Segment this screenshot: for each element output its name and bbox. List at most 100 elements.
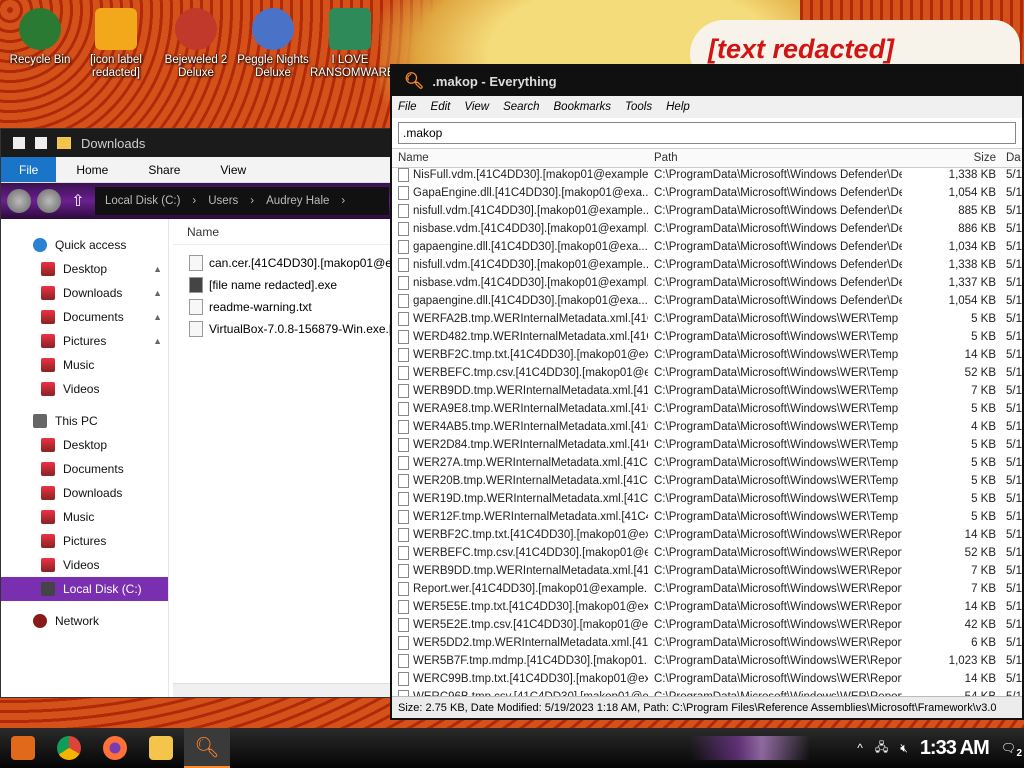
menu-view[interactable]: View xyxy=(464,101,489,113)
menu-bookmarks[interactable]: Bookmarks xyxy=(554,101,612,113)
table-row[interactable]: GapaEngine.dll.[41C4DD30].[makop01@exa..… xyxy=(392,184,1022,202)
desktop-icon-recycle-bin[interactable]: Recycle Bin xyxy=(0,8,80,67)
desktop-icon-peggle[interactable]: Peggle Nights Deluxe xyxy=(233,8,313,80)
nav-quick-desktop[interactable]: Desktop ▲ xyxy=(1,257,168,281)
table-row[interactable]: WER5B7F.tmp.mdmp.[41C4DD30].[makop01... C… xyxy=(392,652,1022,670)
horizontal-scrollbar[interactable] xyxy=(173,683,395,697)
table-row[interactable]: WER5DD2.tmp.WERInternalMetadata.xml.[41C… xyxy=(392,634,1022,652)
table-row[interactable]: WER20B.tmp.WERInternalMetadata.xml.[41C4… xyxy=(392,472,1022,490)
table-row[interactable]: WERBEFC.tmp.csv.[41C4DD30].[makop01@e...… xyxy=(392,544,1022,562)
nav-this-pc[interactable]: This PC xyxy=(1,409,168,433)
nav-quick-downloads[interactable]: Downloads ▲ xyxy=(1,281,168,305)
cell-date: 5/1 xyxy=(1006,187,1022,199)
table-row[interactable]: nisbase.vdm.[41C4DD30].[makop01@exampl..… xyxy=(392,274,1022,292)
nav-pc-music[interactable]: Music xyxy=(1,505,168,529)
table-row[interactable]: WERBEFC.tmp.csv.[41C4DD30].[makop01@e...… xyxy=(392,364,1022,382)
desktop-icon-ransomware[interactable]: I LOVE RANSOMWARE xyxy=(310,8,395,80)
list-item[interactable]: [file name redacted].exe xyxy=(173,275,395,295)
desktop-icon-game[interactable]: [icon label redacted] xyxy=(76,8,156,80)
table-row[interactable]: Report.wer.[41C4DD30].[makop01@example..… xyxy=(392,580,1022,598)
menu-tools[interactable]: Tools xyxy=(625,101,652,113)
nav-pc-downloads[interactable]: Downloads xyxy=(1,481,168,505)
menu-file[interactable]: File xyxy=(398,101,417,113)
table-row[interactable]: WER27A.tmp.WERInternalMetadata.xml.[41C4… xyxy=(392,454,1022,472)
table-row[interactable]: nisfull.vdm.[41C4DD30].[makop01@example.… xyxy=(392,256,1022,274)
folder-icon[interactable] xyxy=(57,137,71,149)
table-row[interactable]: NisFull.vdm.[41C4DD30].[makop01@example.… xyxy=(392,166,1022,184)
desktop-icon-bejeweled[interactable]: Bejeweled 2 Deluxe xyxy=(156,8,236,80)
table-row[interactable]: WERA9E8.tmp.WERInternalMetadata.xml.[41C… xyxy=(392,400,1022,418)
cell-date: 5/1 xyxy=(1006,619,1022,631)
menu-edit[interactable]: Edit xyxy=(431,101,451,113)
breadcrumb[interactable]: Local Disk (C:) › Users › Audrey Hale › xyxy=(95,187,389,215)
tab-home[interactable]: Home xyxy=(56,157,128,182)
cell-path: C:\ProgramData\Microsoft\Windows Defende… xyxy=(654,223,902,235)
everything-taskbar-button[interactable]: 🔍︎ xyxy=(184,728,230,768)
nav-pc-documents[interactable]: Documents xyxy=(1,457,168,481)
nav-network[interactable]: Network xyxy=(1,609,168,633)
table-row[interactable]: WERBF2C.tmp.txt.[41C4DD30].[makop01@ex..… xyxy=(392,346,1022,364)
window-menu-icon[interactable] xyxy=(13,137,25,149)
table-row[interactable]: WER4AB5.tmp.WERInternalMetadata.xml.[41C… xyxy=(392,418,1022,436)
forward-icon[interactable] xyxy=(37,189,61,213)
column-header-path[interactable]: Path xyxy=(648,152,902,164)
table-row[interactable]: WERBF2C.tmp.txt.[41C4DD30].[makop01@ex..… xyxy=(392,526,1022,544)
table-row[interactable]: WERB9DD.tmp.WERInternalMetadata.xml.[41.… xyxy=(392,382,1022,400)
table-row[interactable]: WERC99B.tmp.txt.[41C4DD30].[makop01@ex..… xyxy=(392,670,1022,688)
nav-quick-music[interactable]: Music xyxy=(1,353,168,377)
breadcrumb-users[interactable]: Users xyxy=(208,195,238,207)
table-row[interactable]: gapaengine.dll.[41C4DD30].[makop01@exa..… xyxy=(392,238,1022,256)
menu-search[interactable]: Search xyxy=(503,101,539,113)
firefox-taskbar-button[interactable] xyxy=(92,728,138,768)
list-item[interactable]: VirtualBox-7.0.8-156879-Win.exe.[41C4DD3… xyxy=(173,319,395,339)
table-row[interactable]: WERD482.tmp.WERInternalMetadata.xml.[41C… xyxy=(392,328,1022,346)
table-row[interactable]: gapaengine.dll.[41C4DD30].[makop01@exa..… xyxy=(392,292,1022,310)
column-header-name[interactable]: Name xyxy=(173,219,395,245)
column-header-date[interactable]: Da xyxy=(1002,152,1022,164)
breadcrumb-user[interactable]: Audrey Hale xyxy=(266,195,329,207)
table-row[interactable]: WER12F.tmp.WERInternalMetadata.xml.[41C4… xyxy=(392,508,1022,526)
nav-quick-videos[interactable]: Videos xyxy=(1,377,168,401)
nav-quick-documents[interactable]: Documents ▲ xyxy=(1,305,168,329)
nav-pc-videos[interactable]: Videos xyxy=(1,553,168,577)
cell-path: C:\ProgramData\Microsoft\Windows\WER\Tem… xyxy=(654,349,899,361)
file-icon xyxy=(398,636,409,650)
properties-icon[interactable] xyxy=(35,137,47,149)
volume-muted-icon[interactable]: 🔇︎ xyxy=(900,741,908,756)
table-row[interactable]: WER19D.tmp.WERInternalMetadata.xml.[41C4… xyxy=(392,490,1022,508)
network-icon[interactable]: 🖧 xyxy=(875,738,888,759)
nav-quick-pictures[interactable]: Pictures ▲ xyxy=(1,329,168,353)
table-row[interactable]: nisbase.vdm.[41C4DD30].[makop01@exampl..… xyxy=(392,220,1022,238)
table-row[interactable]: WERFA2B.tmp.WERInternalMetadata.xml.[41C… xyxy=(392,310,1022,328)
menu-help[interactable]: Help xyxy=(666,101,690,113)
list-item[interactable]: can.cer.[41C4DD30].[makop01@example.com]… xyxy=(173,253,395,273)
tab-file[interactable]: File xyxy=(1,157,57,182)
table-row[interactable]: WER2D84.tmp.WERInternalMetadata.xml.[41C… xyxy=(392,436,1022,454)
notifications-icon[interactable]: 🗨︎ 2 xyxy=(1001,741,1022,759)
cell-size: 5 KB xyxy=(971,439,996,451)
table-row[interactable]: WERB9DD.tmp.WERInternalMetadata.xml.[41.… xyxy=(392,562,1022,580)
column-header-name[interactable]: Name xyxy=(392,152,648,164)
column-header-size[interactable]: Size xyxy=(902,152,1002,164)
chevron-up-icon[interactable]: ^ xyxy=(857,741,863,755)
file-explorer-taskbar-button[interactable] xyxy=(138,728,184,768)
clock[interactable]: 1:33 AM xyxy=(920,737,990,760)
back-icon[interactable] xyxy=(7,189,31,213)
breadcrumb-local-disk[interactable]: Local Disk (C:) xyxy=(105,195,180,207)
tab-view[interactable]: View xyxy=(200,157,266,182)
chrome-taskbar-button[interactable] xyxy=(46,728,92,768)
tab-share[interactable]: Share xyxy=(128,157,200,182)
cell-date: 5/1 xyxy=(1006,457,1022,469)
nav-local-disk[interactable]: Local Disk (C:) xyxy=(1,577,168,601)
table-row[interactable]: WER5E5E.tmp.txt.[41C4DD30].[makop01@ex..… xyxy=(392,598,1022,616)
up-arrow-icon[interactable]: ⇧ xyxy=(67,191,89,211)
list-item[interactable]: readme-warning.txt xyxy=(173,297,395,317)
nav-quick-access[interactable]: Quick access xyxy=(1,233,168,257)
nav-pc-desktop[interactable]: Desktop xyxy=(1,433,168,457)
table-row[interactable]: WER5E2E.tmp.csv.[41C4DD30].[makop01@e...… xyxy=(392,616,1022,634)
table-row[interactable]: nisfull.vdm.[41C4DD30].[makop01@example.… xyxy=(392,202,1022,220)
search-input[interactable]: .makop xyxy=(398,122,1016,144)
start-button[interactable] xyxy=(0,728,46,768)
nav-pc-pictures[interactable]: Pictures xyxy=(1,529,168,553)
table-row[interactable]: WERC96B.tmp.csv.[41C4DD30].[makop01@e...… xyxy=(392,688,1022,696)
